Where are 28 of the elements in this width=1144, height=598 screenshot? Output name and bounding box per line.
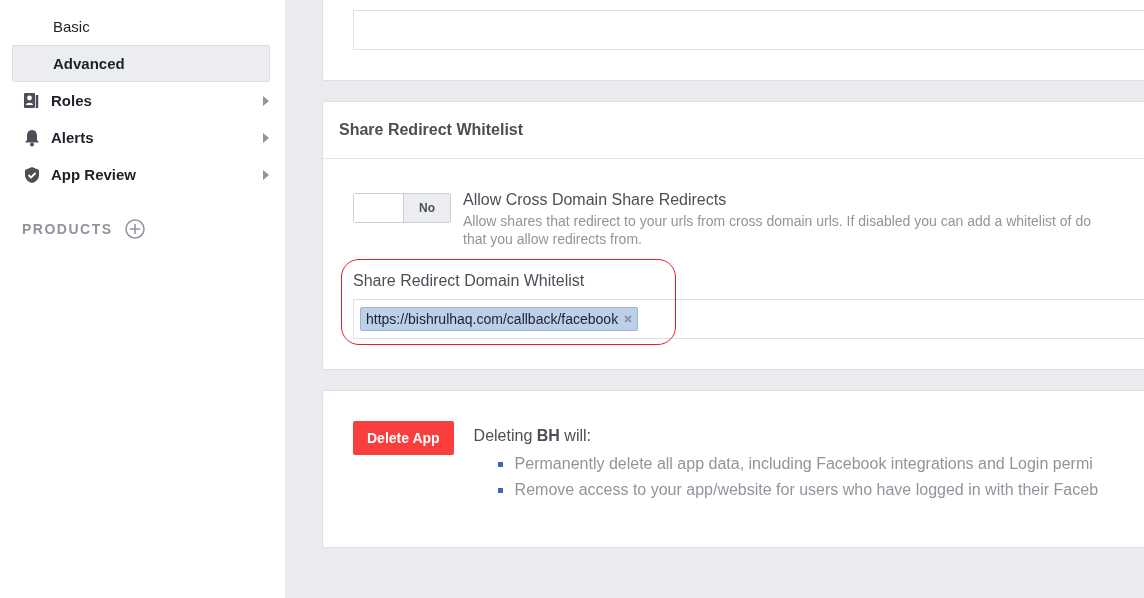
sidebar-item[interactable]: App Review [12,156,270,193]
bullet-icon [497,461,503,467]
bell-icon [23,128,41,147]
field-label: Share Redirect Domain Whitelist [353,272,586,290]
sidebar-item[interactable]: Advanced [12,45,270,82]
id-badge-icon [23,91,41,110]
input-field[interactable] [353,10,1144,50]
products-heading: PRODUCTS [22,221,113,237]
setting-description: Allow shares that redirect to your urls from cross domain urls. If disabled you can add a whitelist of do that you allow redirects from. [463,212,1091,248]
setting-title: Allow Cross Domain Share Redirects [463,191,728,209]
caret-right-icon [263,132,269,143]
list-item-text: Remove access to your app/website for users who have logged in with their Faceb [514,481,1099,499]
plus-circle-icon[interactable] [124,219,145,239]
delete-heading: Deleting BH will: [473,427,592,445]
tag-input-field[interactable]: https://bishrulhaq.com/callback/facebook [353,299,1144,339]
toggle-switch[interactable]: No [353,193,451,223]
caret-right-icon [263,169,269,180]
sidebar-item[interactable]: Roles [12,82,270,119]
caret-right-icon [263,95,269,106]
list-item-text: Permanently delete all app data, including Facebook integrations and Login permi [514,455,1093,473]
close-icon[interactable] [624,315,633,323]
sidebar-item[interactable]: Basic [12,8,270,45]
card-title: Share Redirect Whitelist [323,102,1144,159]
shield-check-icon [23,165,41,184]
delete-app-button[interactable]: Delete App [353,421,454,455]
url-tag: https://bishrulhaq.com/callback/facebook [360,307,639,331]
bullet-icon [497,487,503,493]
sidebar-item[interactable]: Alerts [12,119,270,156]
